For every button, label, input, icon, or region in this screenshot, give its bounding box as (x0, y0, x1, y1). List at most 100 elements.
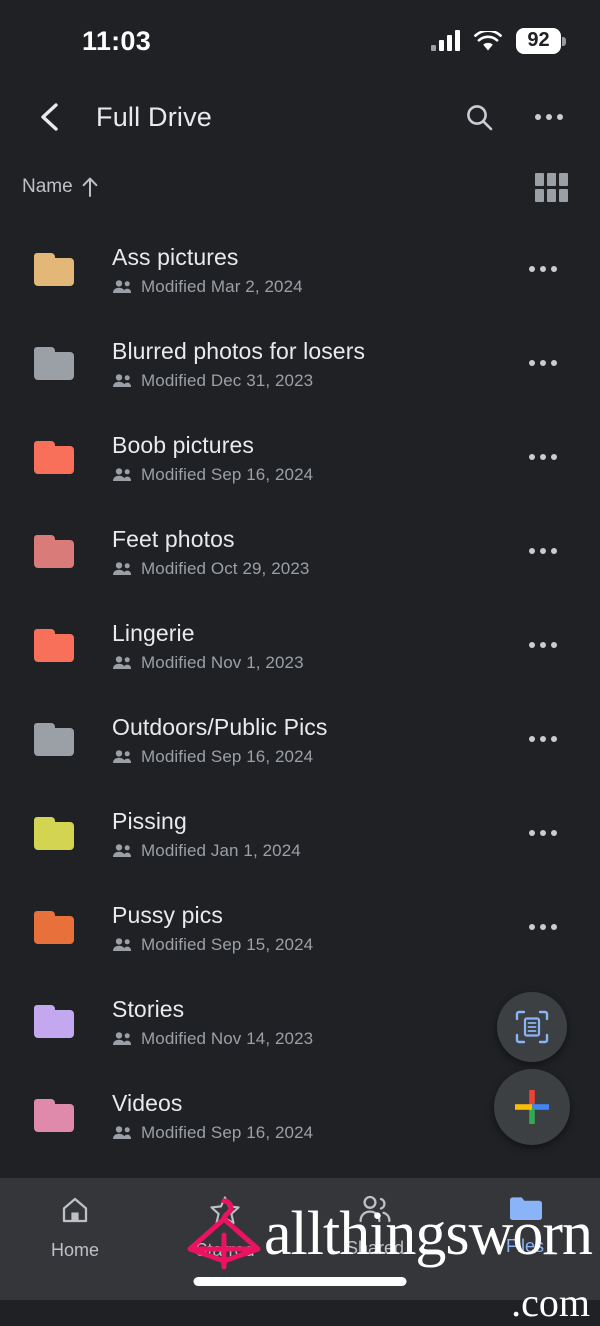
home-icon (59, 1194, 91, 1231)
bottom-nav-item-home[interactable]: Home (0, 1194, 150, 1261)
file-row[interactable]: Feet photos Modified Oct 29, 2023 (0, 504, 600, 598)
shared-people-icon (113, 938, 132, 951)
bottom-nav-label: Home (50, 1240, 99, 1260)
file-row[interactable]: Blurred photos for losers Modified Dec 31… (0, 316, 600, 410)
file-modified: Modified Sep 16, 2024 (141, 746, 314, 766)
folder-icon (34, 722, 74, 756)
file-meta: Modified Jan 1, 2024 (112, 841, 516, 861)
more-options-icon (535, 114, 563, 120)
file-row-text: Outdoors/Public Pics Modified Sep 16, 202… (112, 712, 516, 767)
back-chevron-icon (41, 103, 58, 131)
shared-people-icon (113, 374, 132, 387)
more-options-icon (529, 454, 557, 460)
file-row-overflow-button[interactable] (516, 806, 570, 860)
file-row-overflow-button[interactable] (516, 242, 570, 296)
battery-icon: 92 (516, 28, 566, 54)
file-row[interactable]: Outdoors/Public Pics Modified Sep 16, 202… (0, 692, 600, 786)
battery-level: 92 (527, 29, 550, 51)
file-meta: Modified Sep 16, 2024 (112, 465, 516, 485)
shared-people-icon (113, 468, 132, 481)
file-row[interactable]: Ass pictures Modified Mar 2, 2024 (0, 222, 600, 316)
arrow-up-icon (82, 177, 98, 197)
file-modified: Modified Mar 2, 2024 (141, 276, 303, 296)
file-row-text: Blurred photos for losers Modified Dec 31… (112, 336, 516, 391)
search-button[interactable] (456, 94, 502, 140)
file-name: Outdoors/Public Pics (112, 713, 328, 740)
file-name: Stories (112, 995, 185, 1022)
file-row-overflow-button[interactable] (516, 524, 570, 578)
shared-people-icon (113, 656, 132, 669)
file-modified: Modified Sep 15, 2024 (141, 934, 314, 954)
file-modified: Modified Jan 1, 2024 (141, 840, 301, 860)
sort-by-button[interactable]: Name (22, 176, 99, 198)
file-name: Ass pictures (112, 243, 239, 270)
file-row-overflow-button[interactable] (516, 430, 570, 484)
shared-people-icon (113, 562, 132, 575)
plus-icon (515, 1090, 549, 1124)
file-modified: Modified Nov 14, 2023 (141, 1028, 314, 1048)
grid-view-toggle[interactable] (535, 172, 568, 202)
file-row-text: Feet photos Modified Oct 29, 2023 (112, 524, 516, 579)
file-row[interactable]: Lingerie Modified Nov 1, 2023 (0, 598, 600, 692)
folder-icon (34, 252, 74, 286)
file-row[interactable]: Pissing Modified Jan 1, 2024 (0, 786, 600, 880)
bottom-nav-label: Shared (345, 1238, 405, 1258)
status-bar: 11:03 92 (0, 0, 600, 78)
page-title: Full Drive (96, 101, 213, 132)
file-name: Boob pictures (112, 431, 254, 458)
file-row[interactable]: Pussy pics Modified Sep 15, 2024 (0, 880, 600, 974)
file-row-overflow-button[interactable] (516, 900, 570, 954)
file-modified: Modified Nov 1, 2023 (141, 652, 304, 672)
bottom-nav-item-shared[interactable]: Shared (300, 1194, 450, 1259)
file-meta: Modified Nov 1, 2023 (112, 653, 516, 673)
bottom-nav-item-files[interactable]: Files (450, 1194, 600, 1257)
file-row-text: Pissing Modified Jan 1, 2024 (112, 806, 516, 861)
file-meta: Modified Sep 16, 2024 (112, 747, 516, 767)
file-modified: Modified Sep 16, 2024 (141, 1122, 314, 1142)
file-name: Lingerie (112, 619, 195, 646)
file-name: Pissing (112, 807, 187, 834)
folder-icon (34, 534, 74, 568)
file-row-text: Lingerie Modified Nov 1, 2023 (112, 618, 516, 673)
folder-icon (34, 816, 74, 850)
back-button[interactable] (24, 92, 74, 142)
file-name: Pussy pics (112, 901, 223, 928)
more-options-icon (529, 642, 557, 648)
shared-people-icon (113, 280, 132, 293)
file-modified: Modified Sep 16, 2024 (141, 464, 314, 484)
file-modified: Modified Dec 31, 2023 (141, 370, 314, 390)
document-scan-icon (515, 1010, 549, 1044)
shared-people-icon (113, 1032, 132, 1045)
file-row[interactable]: Boob pictures Modified Sep 16, 2024 (0, 410, 600, 504)
shared-people-icon (113, 1126, 132, 1139)
new-item-fab[interactable] (494, 1069, 570, 1145)
more-options-icon (529, 360, 557, 366)
bottom-nav-label: Files (505, 1236, 544, 1256)
folder-icon (508, 1194, 542, 1227)
overflow-menu-button[interactable] (526, 94, 572, 140)
file-row-text: Pussy pics Modified Sep 15, 2024 (112, 900, 516, 955)
sort-bar: Name (0, 156, 600, 218)
signal-bars-icon (431, 30, 460, 51)
file-meta: Modified Dec 31, 2023 (112, 371, 516, 391)
file-modified: Modified Oct 29, 2023 (141, 558, 310, 578)
file-row-text: Ass pictures Modified Mar 2, 2024 (112, 242, 516, 297)
shared-people-icon (113, 750, 132, 763)
scan-document-fab[interactable] (497, 992, 567, 1062)
file-meta: Modified Nov 14, 2023 (112, 1029, 516, 1049)
sort-label: Name (22, 176, 73, 197)
more-options-icon (529, 830, 557, 836)
more-options-icon (529, 924, 557, 930)
folder-icon (34, 346, 74, 380)
file-row-overflow-button[interactable] (516, 712, 570, 766)
file-meta: Modified Mar 2, 2024 (112, 277, 516, 297)
folder-icon (34, 1098, 74, 1132)
bottom-nav-item-starred[interactable]: Starred (150, 1194, 300, 1261)
file-row-text: Videos Modified Sep 16, 2024 (112, 1088, 516, 1143)
file-row-overflow-button[interactable] (516, 336, 570, 390)
file-meta: Modified Sep 15, 2024 (112, 935, 516, 955)
folder-icon (34, 440, 74, 474)
shared-people-icon (113, 844, 132, 857)
wifi-icon (474, 28, 502, 52)
file-row-overflow-button[interactable] (516, 618, 570, 672)
